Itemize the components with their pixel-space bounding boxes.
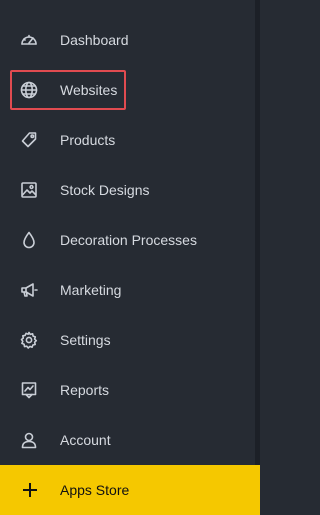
apps-store-button[interactable]: Apps Store [0,465,260,515]
globe-icon [19,80,39,100]
dashboard-gauge-icon [19,30,39,50]
sidebar-item-stock-designs[interactable]: Stock Designs [0,165,255,215]
sidebar-item-label: Decoration Processes [60,232,197,248]
sidebar-item-marketing[interactable]: Marketing [0,265,255,315]
droplet-icon [19,230,39,250]
sidebar-item-products[interactable]: Products [0,115,255,165]
sidebar-item-websites[interactable]: Websites [0,65,255,115]
tag-icon [19,130,39,150]
gear-icon [19,330,39,350]
sidebar-item-label: Products [60,132,116,148]
image-icon [19,180,39,200]
sidebar-item-label: Reports [60,382,110,398]
sidebar-item-account[interactable]: Account [0,415,255,465]
sidebar-item-label: Websites [60,82,118,98]
sidebar-item-label: Account [60,432,111,448]
user-icon [19,430,39,450]
sidebar-item-dashboard[interactable]: Dashboard [0,15,255,65]
sidebar-item-label: Marketing [60,282,122,298]
sidebar-edge [255,0,260,515]
sidebar-item-label: Dashboard [60,32,129,48]
sidebar-item-decoration-processes[interactable]: Decoration Processes [0,215,255,265]
megaphone-icon [19,280,39,300]
sidebar-item-settings[interactable]: Settings [0,315,255,365]
sidebar-item-label: Stock Designs [60,182,150,198]
plus-icon [22,482,38,498]
sidebar-item-reports[interactable]: Reports [0,365,255,415]
apps-store-label: Apps Store [60,482,130,498]
sidebar-item-label: Settings [60,332,111,348]
report-icon [19,380,39,400]
sidebar-nav: Dashboard Websites Products Stock Design… [0,0,260,515]
